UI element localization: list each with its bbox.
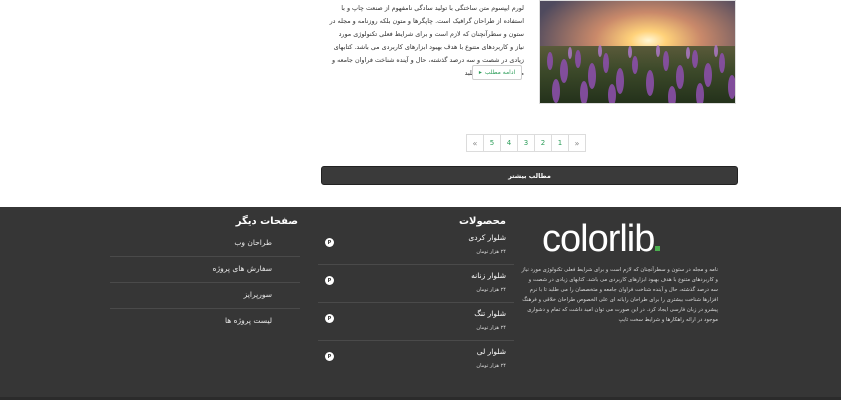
pagination-page-2[interactable]: 2	[534, 134, 552, 152]
product-item[interactable]: شلوار زنانه ۲۴ هزار تومان P	[318, 265, 514, 303]
products-heading: محصولات	[458, 216, 506, 227]
product-price: ۲۴ هزار تومان	[476, 325, 506, 331]
product-item[interactable]: شلوار تنگ ۲۴ هزار تومان P	[318, 303, 514, 341]
product-name: شلوار لی	[476, 347, 506, 356]
other-pages-heading: صفحات دیگر	[235, 216, 298, 227]
read-more-button[interactable]: ادامه مطلب ▸	[472, 65, 522, 80]
product-price: ۲۴ هزار تومان	[476, 249, 506, 255]
product-price: ۲۴ هزار تومان	[476, 287, 506, 293]
footer-link-project-list[interactable]: لیست پروژه ها	[110, 309, 300, 335]
footer-products-column: محصولات شلوار کردی ۲۴ هزار تومان P شلوار…	[318, 216, 514, 379]
brand-description: نامه و مجله در ستون و سطرآنچنان که لازم …	[521, 267, 718, 323]
pagination-page-3[interactable]: 3	[517, 134, 535, 152]
page: لورم ایپسوم متن ساختگی با تولید سادگی نا…	[0, 0, 841, 400]
pagination: « 5 4 3 2 1 »	[466, 134, 586, 152]
product-p-icon: P	[325, 238, 334, 247]
footer-link-web-designers[interactable]: طراحان وب	[110, 231, 300, 257]
footer-link-surprise[interactable]: سورپرایز	[110, 283, 300, 309]
product-p-icon: P	[325, 352, 334, 361]
product-name: شلوار کردی	[468, 233, 506, 242]
product-price: ۲۴ هزار تومان	[476, 363, 506, 369]
logo-text: colorlib	[542, 218, 655, 260]
chevron-right-icon: ▸	[478, 69, 482, 76]
read-more-label: ادامه مطلب	[484, 69, 516, 76]
product-p-icon: P	[325, 314, 334, 323]
post-image[interactable]	[539, 0, 736, 104]
product-item[interactable]: شلوار لی ۲۴ هزار تومان P	[318, 341, 514, 379]
lavender-field-image	[540, 1, 735, 103]
pagination-prev[interactable]: «	[466, 134, 484, 152]
logo-dot-icon	[655, 246, 661, 251]
product-name: شلوار تنگ	[474, 309, 506, 318]
brand-logo[interactable]: colorlib	[542, 219, 718, 259]
product-name: شلوار زنانه	[471, 271, 506, 280]
product-p-icon: P	[325, 276, 334, 285]
product-item[interactable]: شلوار کردی ۲۴ هزار تومان P	[318, 227, 514, 265]
footer-pages-column: صفحات دیگر طراحان وب سفارش های پروژه سور…	[110, 216, 300, 335]
footer-brand-column: colorlib نامه و مجله در ستون و سطرآنچنان…	[520, 219, 718, 325]
more-posts-button[interactable]: مطالب بیشتر	[321, 166, 738, 185]
pagination-page-1[interactable]: 1	[551, 134, 569, 152]
pagination-next[interactable]: »	[568, 134, 586, 152]
pagination-page-4[interactable]: 4	[500, 134, 518, 152]
footer-link-project-orders[interactable]: سفارش های پروژه	[110, 257, 300, 283]
pagination-page-5[interactable]: 5	[483, 134, 501, 152]
